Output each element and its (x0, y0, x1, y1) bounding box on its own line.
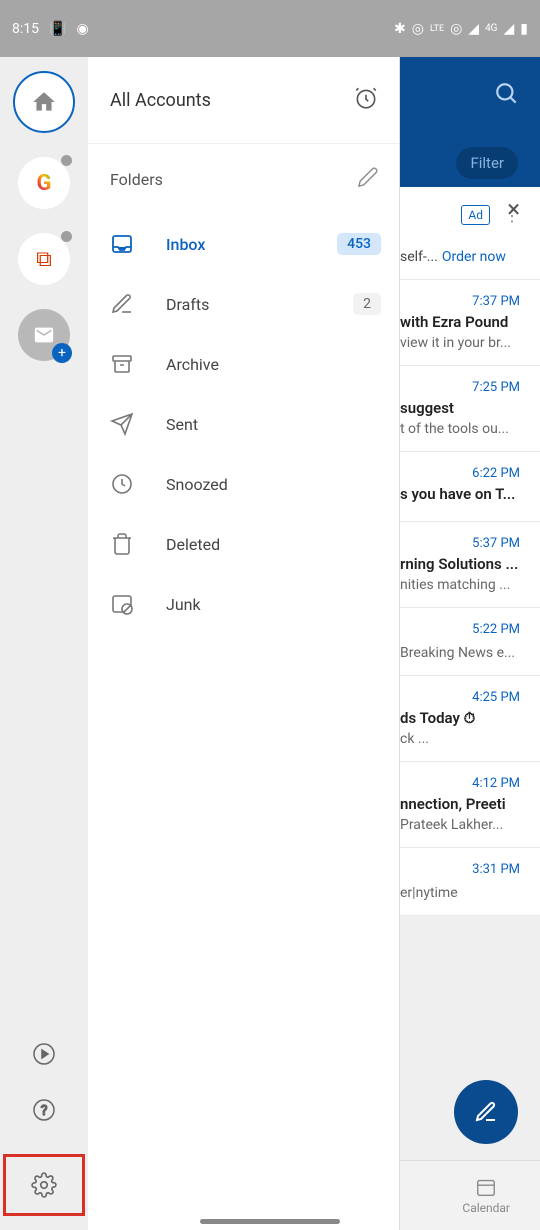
calendar-tab[interactable]: Calendar (462, 1176, 510, 1215)
vibrate-icon: ◎ (412, 21, 424, 37)
folder-label: Drafts (166, 295, 321, 314)
settings-button[interactable] (3, 1154, 85, 1216)
home-indicator[interactable] (200, 1219, 340, 1224)
email-subject: with Ezra Pound (400, 313, 520, 331)
email-time: 7:37 PM (400, 294, 520, 309)
folder-label: Inbox (166, 235, 305, 254)
folder-snoozed[interactable]: Snoozed (88, 454, 399, 514)
google-account-button[interactable]: G (18, 157, 70, 209)
sync-icon: ◉ (76, 21, 88, 37)
email-preview: er|nytime (400, 885, 520, 901)
email-time: 3:31 PM (400, 862, 520, 877)
folder-label: Junk (166, 595, 381, 614)
inbox-icon (110, 232, 134, 256)
folder-label: Deleted (166, 535, 381, 554)
folder-inbox[interactable]: Inbox 453 (88, 214, 399, 274)
email-time: 5:37 PM (400, 536, 520, 551)
folder-label: Snoozed (166, 475, 381, 494)
inbox-count-badge: 453 (337, 233, 381, 255)
sent-icon (110, 412, 134, 436)
email-time: 5:22 PM (400, 622, 520, 637)
search-icon[interactable] (494, 81, 520, 111)
notification-dot (61, 155, 72, 166)
email-time: 4:12 PM (400, 776, 520, 791)
status-time: 8:15 (12, 21, 39, 37)
email-subject: suggest (400, 399, 520, 417)
folder-drafts[interactable]: Drafts 2 (88, 274, 399, 334)
signal2-icon: ◢ (504, 21, 515, 37)
accounts-sidebar: G ⧉ + ? (0, 57, 88, 1230)
email-subject: s you have on T... (400, 485, 520, 503)
home-account-button[interactable] (13, 71, 75, 133)
deleted-icon (110, 532, 134, 556)
clock-icon[interactable] (353, 85, 379, 115)
email-preview: Breaking News e... (400, 645, 520, 661)
signal1-icon: ◢ (468, 21, 479, 37)
email-preview: t of the tools ou... (400, 421, 520, 437)
snoozed-icon (110, 472, 134, 496)
email-preview: Prateek Lakher... (400, 817, 520, 833)
network-label: 4G (485, 23, 497, 34)
email-time: 7:25 PM (400, 380, 520, 395)
help-icon[interactable]: ? (32, 1098, 56, 1126)
add-account-button[interactable]: + (18, 309, 70, 361)
edit-icon[interactable] (357, 166, 379, 192)
folder-drawer: All Accounts Folders Inbox 453 Drafts 2 … (88, 57, 400, 1230)
ad-text: self-... (400, 249, 438, 265)
plus-icon: + (52, 343, 72, 363)
folder-deleted[interactable]: Deleted (88, 514, 399, 574)
email-time: 4:25 PM (400, 690, 520, 705)
play-icon[interactable] (32, 1042, 56, 1070)
close-icon[interactable]: × (507, 195, 520, 223)
phone-icon: 📳 (49, 21, 66, 37)
archive-icon (110, 352, 134, 376)
email-preview: ck ... (400, 731, 520, 747)
lte-icon: LTE (430, 24, 444, 34)
notification-dot (61, 231, 72, 242)
email-subject: rning Solutions ... (400, 555, 520, 573)
folder-sent[interactable]: Sent (88, 394, 399, 454)
folder-label: Archive (166, 355, 381, 374)
office-account-button[interactable]: ⧉ (18, 233, 70, 285)
hotspot-icon: ◎ (450, 21, 462, 37)
drawer-title: All Accounts (110, 90, 211, 111)
bluetooth-icon: ✱ (394, 21, 406, 37)
battery-icon: ▮ (520, 21, 528, 37)
ad-link[interactable]: Order now (442, 249, 506, 265)
email-time: 6:22 PM (400, 466, 520, 481)
folders-label: Folders (110, 170, 163, 189)
svg-text:?: ? (41, 1103, 48, 1119)
drafts-count: 2 (353, 293, 381, 315)
email-subject: ds Today ⏱ (400, 709, 520, 727)
folder-label: Sent (166, 415, 381, 434)
drafts-icon (110, 292, 134, 316)
email-preview: nities matching ... (400, 577, 520, 593)
filter-button[interactable]: Filter (456, 147, 518, 179)
email-preview: view it in your br... (400, 335, 520, 351)
folder-junk[interactable]: Junk (88, 574, 399, 634)
folder-archive[interactable]: Archive (88, 334, 399, 394)
ad-badge: Ad (461, 205, 490, 225)
junk-icon (110, 592, 134, 616)
email-subject: nnection, Preeti (400, 795, 520, 813)
calendar-label: Calendar (462, 1201, 510, 1215)
compose-button[interactable] (454, 1080, 518, 1144)
status-bar: 8:15 📳 ◉ ✱ ◎ LTE ◎ ◢ 4G ◢ ▮ (0, 0, 540, 57)
